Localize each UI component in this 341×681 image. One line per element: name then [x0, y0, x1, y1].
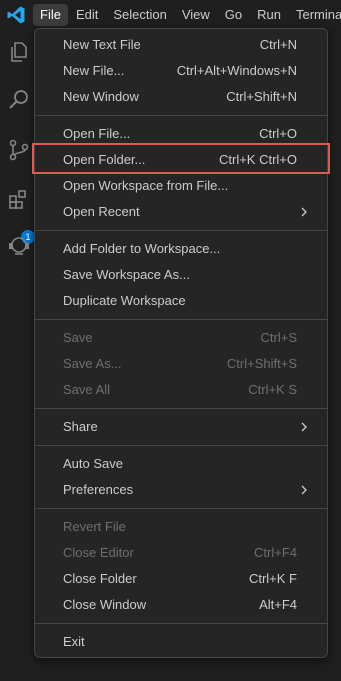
activity-bar: 1: [0, 30, 35, 681]
menu-item-open-recent[interactable]: Open Recent: [40, 199, 322, 225]
menu-item-label: Save Workspace As...: [63, 267, 190, 282]
menu-item-share[interactable]: Share: [40, 414, 322, 440]
chevron-right-icon: [301, 422, 307, 432]
menu-item-label: Save All: [63, 382, 110, 397]
menu-run[interactable]: Run: [250, 4, 288, 26]
menu-separator: [35, 623, 327, 624]
menu-item-close-window[interactable]: Close Window Alt+F4: [40, 592, 322, 618]
menu-item-save-workspace-as[interactable]: Save Workspace As...: [40, 262, 322, 288]
menu-item-label: New Text File: [63, 37, 141, 52]
menu-item-shortcut: Alt+F4: [259, 597, 297, 612]
menu-item-shortcut: Ctrl+S: [260, 330, 297, 345]
open-folder-highlight-box: [32, 143, 330, 174]
title-bar: File Edit Selection View Go Run Termina: [0, 0, 341, 30]
menu-item-label: Open Workspace from File...: [63, 178, 229, 193]
remote-explorer-icon[interactable]: [7, 234, 31, 258]
menu-item-close-folder[interactable]: Close Folder Ctrl+K F: [40, 566, 322, 592]
menu-separator: [35, 230, 327, 231]
menu-view[interactable]: View: [175, 4, 217, 26]
menu-item-shortcut: Ctrl+Shift+N: [226, 89, 297, 104]
menu-item-save-all[interactable]: Save All Ctrl+K S: [40, 377, 322, 403]
menu-item-label: Add Folder to Workspace...: [63, 241, 221, 256]
menu-separator: [35, 115, 327, 116]
menu-item-label: Exit: [63, 634, 85, 649]
menu-item-preferences[interactable]: Preferences: [40, 477, 322, 503]
menu-item-label: Save As...: [63, 356, 122, 371]
menu-bar: File Edit Selection View Go Run Termina: [33, 0, 341, 30]
chevron-right-icon: [301, 485, 307, 495]
menu-item-label: Open Recent: [63, 204, 140, 219]
menu-item-label: Share: [63, 419, 98, 434]
extensions-icon[interactable]: [7, 188, 31, 212]
menu-item-shortcut: Ctrl+K F: [248, 571, 297, 586]
menu-item-add-folder-to-workspace[interactable]: Add Folder to Workspace...: [40, 236, 322, 262]
menu-item-label: Close Folder: [63, 571, 137, 586]
menu-item-label: Save: [63, 330, 93, 345]
menu-item-exit[interactable]: Exit: [40, 629, 322, 655]
menu-item-new-window[interactable]: New Window Ctrl+Shift+N: [40, 84, 322, 110]
menu-item-new-text-file[interactable]: New Text File Ctrl+N: [40, 32, 322, 58]
chevron-right-icon: [301, 207, 307, 217]
menu-item-shortcut: Ctrl+F4: [254, 545, 297, 560]
menu-item-shortcut: Ctrl+K S: [248, 382, 297, 397]
explorer-icon[interactable]: [7, 40, 31, 64]
menu-go[interactable]: Go: [218, 4, 249, 26]
menu-item-close-editor[interactable]: Close Editor Ctrl+F4: [40, 540, 322, 566]
menu-item-new-file[interactable]: New File... Ctrl+Alt+Windows+N: [40, 58, 322, 84]
menu-separator: [35, 508, 327, 509]
menu-item-label: Close Editor: [63, 545, 134, 560]
menu-edit[interactable]: Edit: [69, 4, 105, 26]
menu-item-label: Auto Save: [63, 456, 123, 471]
menu-item-label: Close Window: [63, 597, 147, 612]
menu-item-revert-file[interactable]: Revert File: [40, 514, 322, 540]
menu-item-auto-save[interactable]: Auto Save: [40, 451, 322, 477]
menu-selection[interactable]: Selection: [106, 4, 173, 26]
menu-separator: [35, 408, 327, 409]
menu-file[interactable]: File: [33, 4, 68, 26]
menu-item-shortcut: Ctrl+N: [259, 37, 297, 52]
source-control-icon[interactable]: [7, 138, 31, 162]
menu-item-label: Duplicate Workspace: [63, 293, 186, 308]
menu-item-shortcut: Ctrl+Alt+Windows+N: [176, 63, 297, 78]
menu-item-label: Preferences: [63, 482, 134, 497]
menu-separator: [35, 445, 327, 446]
menu-item-label: Revert File: [63, 519, 126, 534]
menu-terminal[interactable]: Termina: [289, 4, 341, 26]
menu-item-duplicate-workspace[interactable]: Duplicate Workspace: [40, 288, 322, 314]
menu-item-shortcut: Ctrl+Shift+S: [226, 356, 297, 371]
menu-item-label: New Window: [63, 89, 139, 104]
file-menu-dropdown: New Text File Ctrl+N New File... Ctrl+Al…: [34, 28, 328, 658]
search-icon[interactable]: [7, 88, 31, 112]
menu-separator: [35, 319, 327, 320]
menu-item-save-as[interactable]: Save As... Ctrl+Shift+S: [40, 351, 322, 377]
menu-item-save[interactable]: Save Ctrl+S: [40, 325, 322, 351]
vscode-logo-icon: [7, 6, 25, 24]
menu-item-open-workspace-from-file[interactable]: Open Workspace from File...: [40, 173, 322, 199]
menu-item-label: New File...: [63, 63, 125, 78]
